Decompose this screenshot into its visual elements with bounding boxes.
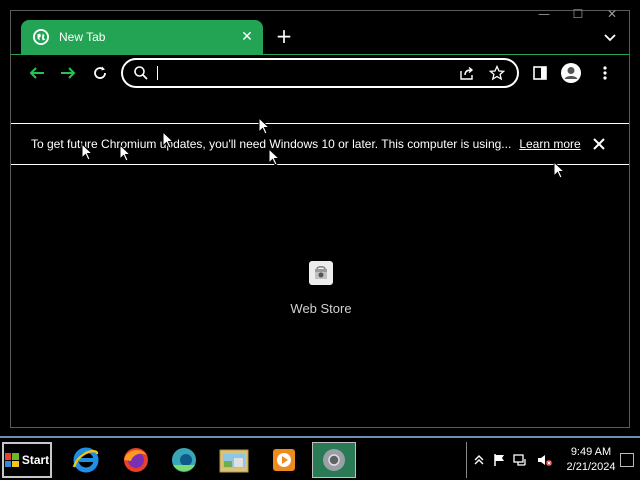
firefox-icon[interactable] [114,442,158,478]
shortcut-label: Web Store [290,301,352,316]
internet-explorer-icon[interactable] [64,442,108,478]
clock-time: 9:49 AM [570,446,612,458]
search-icon [134,66,148,80]
toolbar [11,54,629,90]
update-infobar: To get future Chromium updates, you'll n… [11,123,629,165]
mouse-cursor-icon [119,144,131,162]
clock-date: 2/21/2024 [566,461,616,473]
side-panel-button[interactable] [528,61,552,85]
tab-close-button[interactable]: ✕ [237,27,257,47]
kebab-menu-icon [603,66,607,80]
mouse-cursor-icon [162,131,174,149]
arrow-left-icon [29,67,44,79]
clock[interactable]: 9:49 AM 2/21/2024 [559,445,623,475]
infobar-close-button[interactable] [589,134,609,154]
chevron-down-icon [604,34,616,42]
side-panel-icon [533,66,547,80]
start-label: Start [21,453,50,467]
menu-button[interactable] [593,61,617,85]
arrow-right-icon [61,67,76,79]
reload-button[interactable] [88,61,112,85]
mouse-cursor-icon [81,143,93,161]
share-icon[interactable] [457,63,477,83]
shortcut-web-store[interactable]: Web Store [281,261,361,316]
show-desktop-button[interactable] [620,453,634,467]
back-button[interactable] [25,61,49,85]
address-input[interactable] [157,66,457,80]
close-icon [593,138,605,150]
mouse-cursor-icon [268,148,280,166]
new-tab-button[interactable]: + [273,24,295,48]
mouse-cursor-icon [553,161,565,179]
system-tray: 9:49 AM 2/21/2024 [466,442,638,478]
web-store-icon [309,261,333,285]
network-icon[interactable] [513,452,529,468]
tab-strip: New Tab ✕ + [11,11,629,55]
forward-button[interactable] [56,61,80,85]
file-explorer-icon[interactable] [212,442,256,478]
volume-muted-icon[interactable] [537,452,553,468]
globe-icon [33,29,49,45]
avatar-icon [561,63,581,83]
taskbar: Start 9:49 AM 2/21/2024 [0,436,640,480]
tab-title: New Tab [59,30,106,44]
bookmark-star-icon[interactable] [487,63,507,83]
start-button[interactable]: Start [2,442,52,478]
address-bar[interactable] [121,58,519,88]
chromium-taskbar-icon[interactable] [312,442,356,478]
profile-button[interactable] [559,61,583,85]
mouse-cursor-icon [258,117,270,135]
windows-logo-icon [4,453,19,467]
show-hidden-icons-icon[interactable] [471,452,487,468]
tab-new-tab[interactable]: New Tab ✕ [21,20,263,54]
browser-window: — ☐ ✕ New Tab ✕ + To get future Chromium… [10,7,630,428]
learn-more-link[interactable]: Learn more [519,137,580,151]
action-center-flag-icon[interactable] [491,452,507,468]
media-player-icon[interactable] [262,442,306,478]
tab-search-button[interactable] [599,26,621,48]
reload-icon [94,66,106,79]
edge-icon[interactable] [162,442,206,478]
